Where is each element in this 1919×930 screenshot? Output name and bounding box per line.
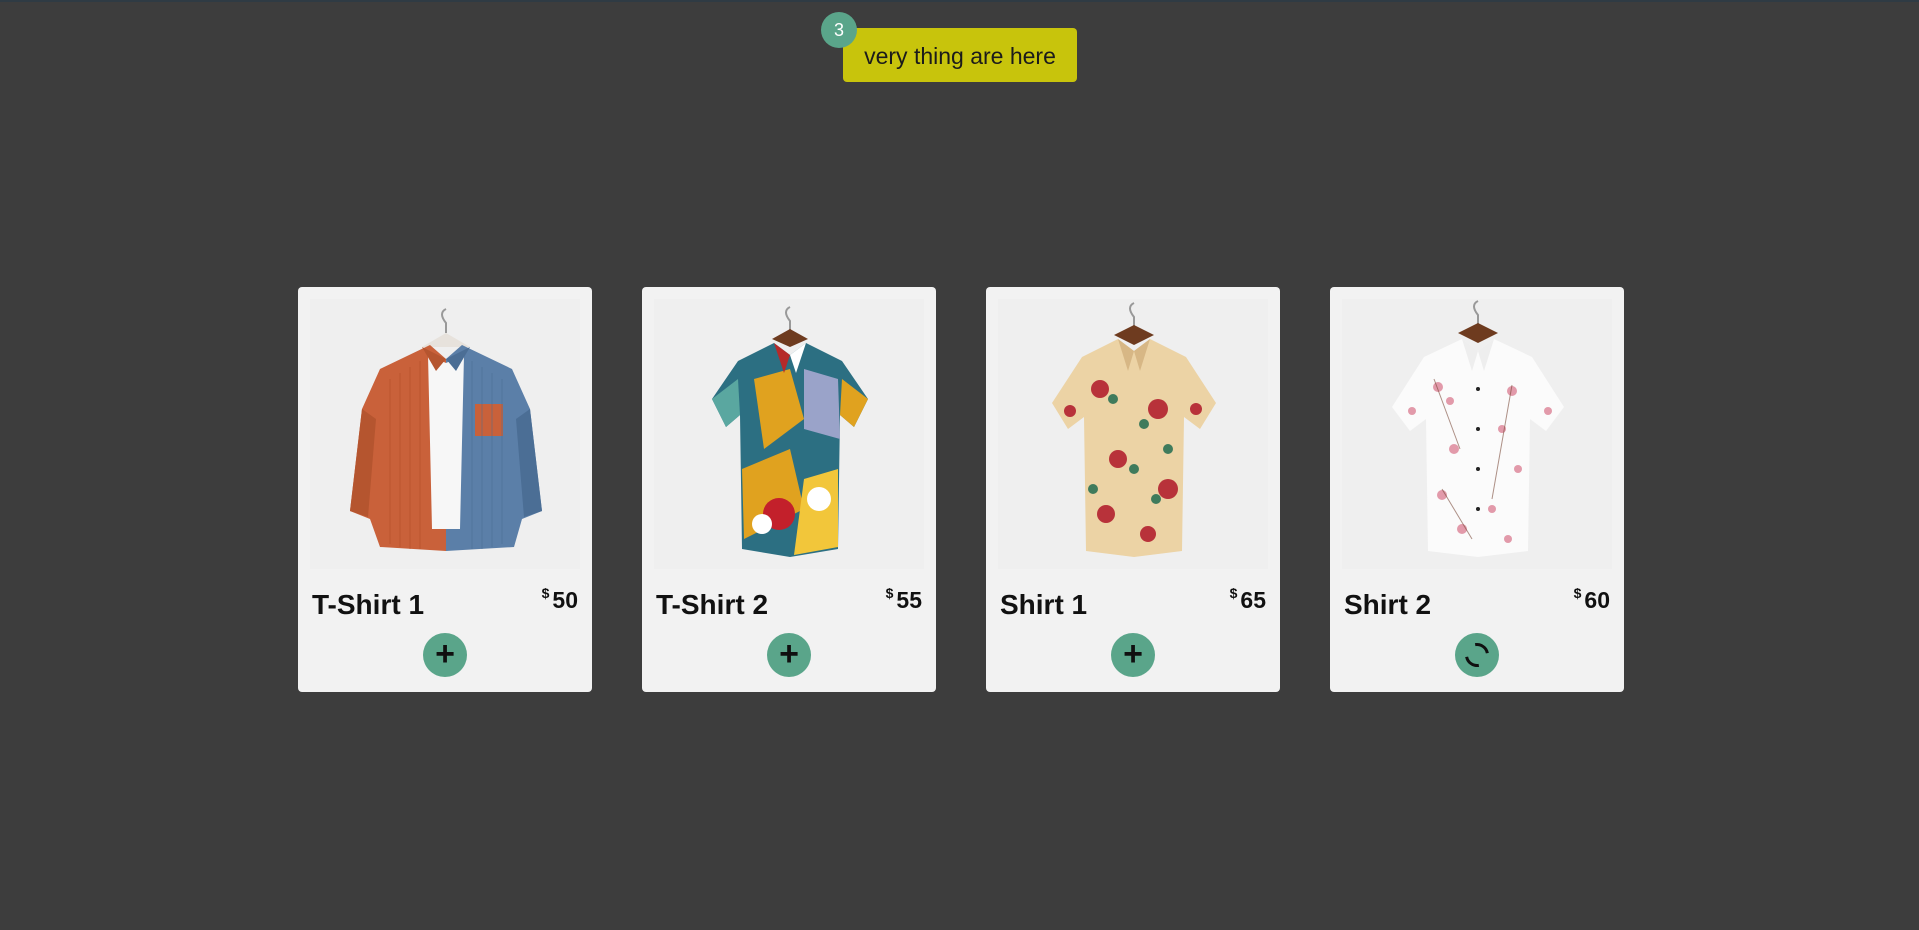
plus-icon: + (779, 634, 799, 673)
product-name: T-Shirt 2 (656, 589, 769, 620)
cart-summary[interactable]: very thing are here 3 (821, 12, 1077, 82)
add-to-cart-button[interactable]: + (767, 633, 811, 677)
currency-symbol: $ (1229, 585, 1238, 601)
shirt-corduroy-image (310, 299, 580, 569)
product-price: $ 60 (1573, 585, 1610, 614)
product-image (1342, 299, 1612, 569)
currency-symbol: $ (541, 585, 550, 601)
spinner-icon (1460, 638, 1494, 672)
add-to-cart-button-loading[interactable] (1455, 633, 1499, 677)
price-value: 60 (1584, 587, 1610, 613)
plus-icon: + (435, 634, 455, 673)
product-card: T-Shirt 2 $ 55 + (642, 287, 936, 692)
cart-label: very thing are here (864, 42, 1056, 69)
product-image (310, 299, 580, 569)
add-to-cart-button[interactable]: + (1111, 633, 1155, 677)
product-name: T-Shirt 1 (312, 589, 425, 620)
product-name: Shirt 1 (1000, 589, 1088, 620)
price-value: 50 (552, 587, 578, 613)
plus-icon: + (1123, 634, 1143, 673)
cart-count-badge: 3 (821, 12, 857, 48)
currency-symbol: $ (885, 585, 894, 601)
product-image (998, 299, 1268, 569)
shirt-abstract-image (654, 299, 924, 569)
product-card: T-Shirt 1 $ 50 + (298, 287, 592, 692)
product-card: Shirt 2 $ 60 (1330, 287, 1624, 692)
product-name: Shirt 2 (1344, 589, 1432, 620)
price-value: 55 (896, 587, 922, 613)
add-to-cart-button[interactable]: + (423, 633, 467, 677)
product-price: $ 55 (885, 585, 922, 614)
price-value: 65 (1240, 587, 1266, 613)
product-price: $ 65 (1229, 585, 1266, 614)
product-grid: T-Shirt 1 $ 50 + T-Shirt 2 $ 55 + Shirt … (298, 287, 1624, 692)
product-card: Shirt 1 $ 65 + (986, 287, 1280, 692)
shirt-floral-beige-image (998, 299, 1268, 569)
product-image (654, 299, 924, 569)
currency-symbol: $ (1573, 585, 1582, 601)
cart-button[interactable]: very thing are here (843, 28, 1077, 82)
product-price: $ 50 (541, 585, 578, 614)
shirt-floral-white-image (1342, 299, 1612, 569)
